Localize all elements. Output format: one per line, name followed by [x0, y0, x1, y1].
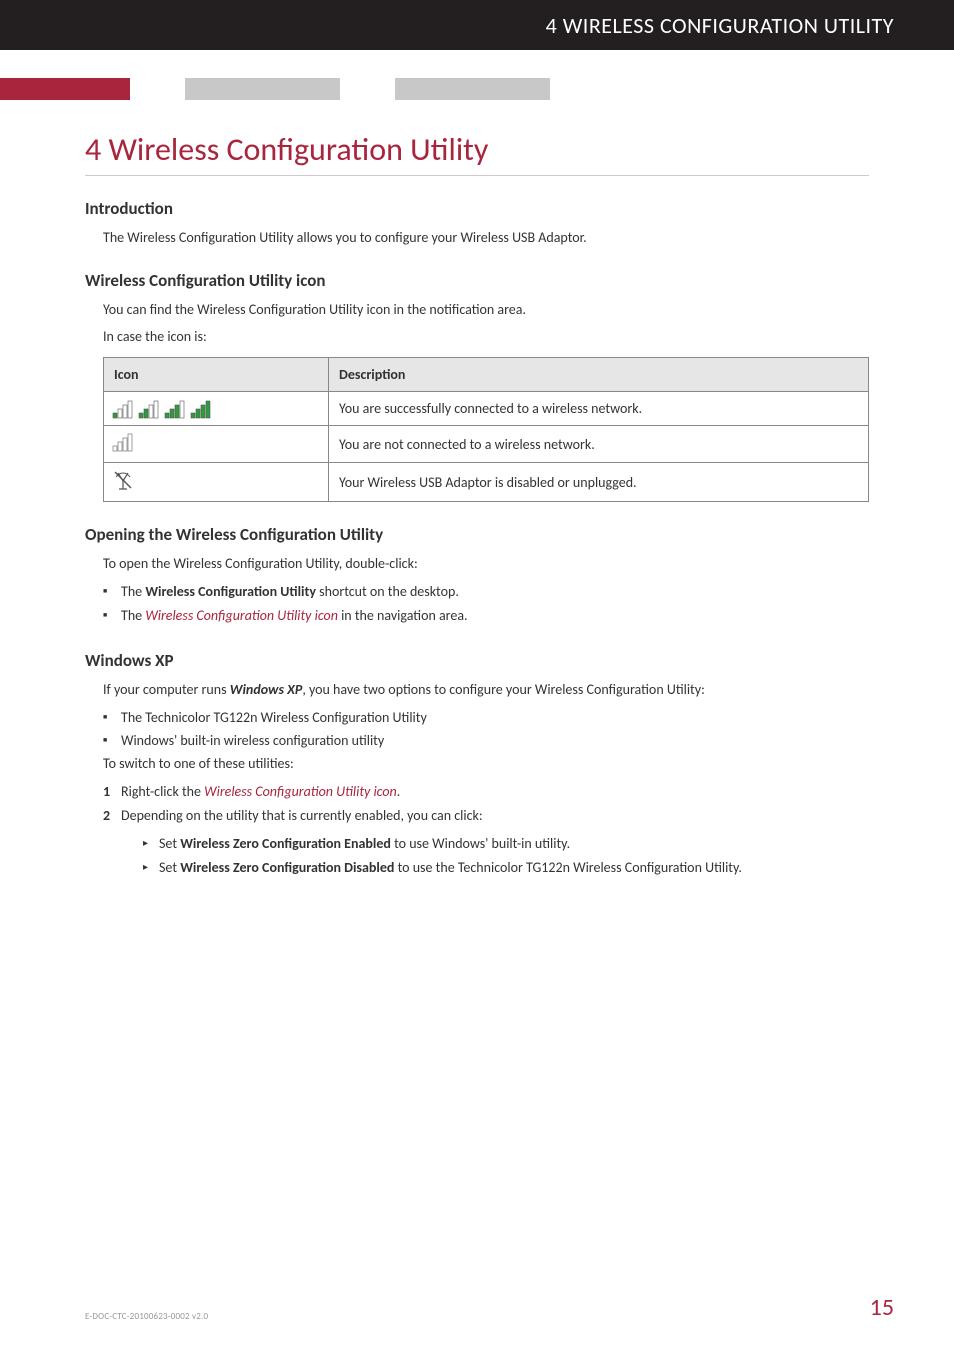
step-number: 1 — [103, 780, 110, 804]
icon-section-text-1: You can find the Wireless Configuration … — [103, 299, 869, 320]
substep-list: Set Wireless Zero Configuration Enabled … — [143, 832, 869, 880]
step-number: 2 — [103, 804, 110, 828]
text-fragment: to use the Technicolor TG122n Wireless C… — [394, 859, 742, 876]
winxp-switch-text: To switch to one of these utilities: — [103, 753, 869, 774]
list-text: in the navigation area. — [338, 607, 468, 624]
text-fragment: If your computer runs — [103, 681, 230, 698]
substep-item: Set Wireless Zero Configuration Enabled … — [143, 832, 869, 856]
text-fragment: , you have two options to configure your… — [302, 681, 705, 698]
bold-term: Wireless Configuration Utility — [145, 583, 316, 600]
text-fragment: Set — [159, 835, 180, 852]
page-footer: E-DOC-CTC-20100623-0002 v2.0 15 — [85, 1293, 894, 1322]
decorative-tab-strip — [0, 78, 954, 100]
section-opening-utility: Opening the Wireless Configuration Utili… — [85, 524, 869, 545]
text-fragment: Set — [159, 859, 180, 876]
list-item: Windows' built-in wireless configuration… — [103, 729, 869, 753]
list-item: The Technicolor TG122n Wireless Configur… — [103, 706, 869, 730]
winxp-options-list: The Technicolor TG122n Wireless Configur… — [103, 706, 869, 754]
opening-text: To open the Wireless Configuration Utili… — [103, 553, 869, 574]
cross-ref-link[interactable]: Wireless Configuration Utility icon — [204, 783, 397, 800]
text-fragment: . — [397, 783, 401, 800]
running-title: 4 WIRELESS CONFIGURATION UTILITY — [546, 12, 894, 39]
running-header: 4 WIRELESS CONFIGURATION UTILITY — [0, 0, 954, 50]
table-cell-desc: You are successfully connected to a wire… — [329, 392, 869, 426]
table-row: You are not connected to a wireless netw… — [104, 426, 869, 463]
bold-term: Wireless Zero Configuration Enabled — [180, 835, 391, 852]
signal-bars-grey-icon — [112, 439, 134, 456]
cross-ref-link[interactable]: Wireless Configuration Utility icon — [145, 607, 338, 624]
bold-term: Wireless Zero Configuration Disabled — [180, 859, 394, 876]
opening-list: The Wireless Configuration Utility short… — [103, 580, 869, 628]
list-text: The — [121, 583, 145, 600]
step-item: 2 Depending on the utility that is curre… — [103, 804, 869, 879]
section-windows-xp: Windows XP — [85, 650, 869, 671]
table-cell-desc: You are not connected to a wireless netw… — [329, 426, 869, 463]
section-introduction: Introduction — [85, 198, 869, 219]
table-header-description: Description — [329, 358, 869, 392]
list-text: The — [121, 607, 145, 624]
step-item: 1 Right-click the Wireless Configuration… — [103, 780, 869, 804]
text-fragment: Right-click the — [121, 783, 204, 800]
grey-tab — [395, 78, 550, 100]
document-code: E-DOC-CTC-20100623-0002 v2.0 — [85, 1311, 208, 1322]
red-tab — [0, 78, 130, 100]
winxp-intro: If your computer runs Windows XP, you ha… — [103, 679, 869, 700]
list-text: shortcut on the desktop. — [316, 583, 459, 600]
intro-text: The Wireless Configuration Utility allow… — [103, 227, 869, 248]
table-cell-desc: Your Wireless USB Adaptor is disabled or… — [329, 463, 869, 502]
signal-strength-bars-green-icons — [112, 399, 320, 419]
text-fragment: Depending on the utility that is current… — [121, 807, 483, 824]
antenna-crossed-icon — [112, 478, 134, 495]
table-header-icon: Icon — [104, 358, 329, 392]
winxp-steps: 1 Right-click the Wireless Configuration… — [103, 780, 869, 879]
grey-tab — [185, 78, 340, 100]
bold-term: Windows XP — [230, 681, 303, 698]
list-item: The Wireless Configuration Utility icon … — [103, 604, 869, 628]
page-number: 15 — [870, 1293, 894, 1322]
icon-section-text-2: In case the icon is: — [103, 326, 869, 347]
text-fragment: to use Windows' built-in utility. — [391, 835, 570, 852]
list-item: The Wireless Configuration Utility short… — [103, 580, 869, 604]
table-row: You are successfully connected to a wire… — [104, 392, 869, 426]
icon-description-table: Icon Description — [103, 357, 869, 502]
substep-item: Set Wireless Zero Configuration Disabled… — [143, 856, 869, 880]
section-utility-icon: Wireless Configuration Utility icon — [85, 270, 869, 291]
table-row: Your Wireless USB Adaptor is disabled or… — [104, 463, 869, 502]
chapter-heading: 4 Wireless Configuration Utility — [85, 130, 869, 176]
